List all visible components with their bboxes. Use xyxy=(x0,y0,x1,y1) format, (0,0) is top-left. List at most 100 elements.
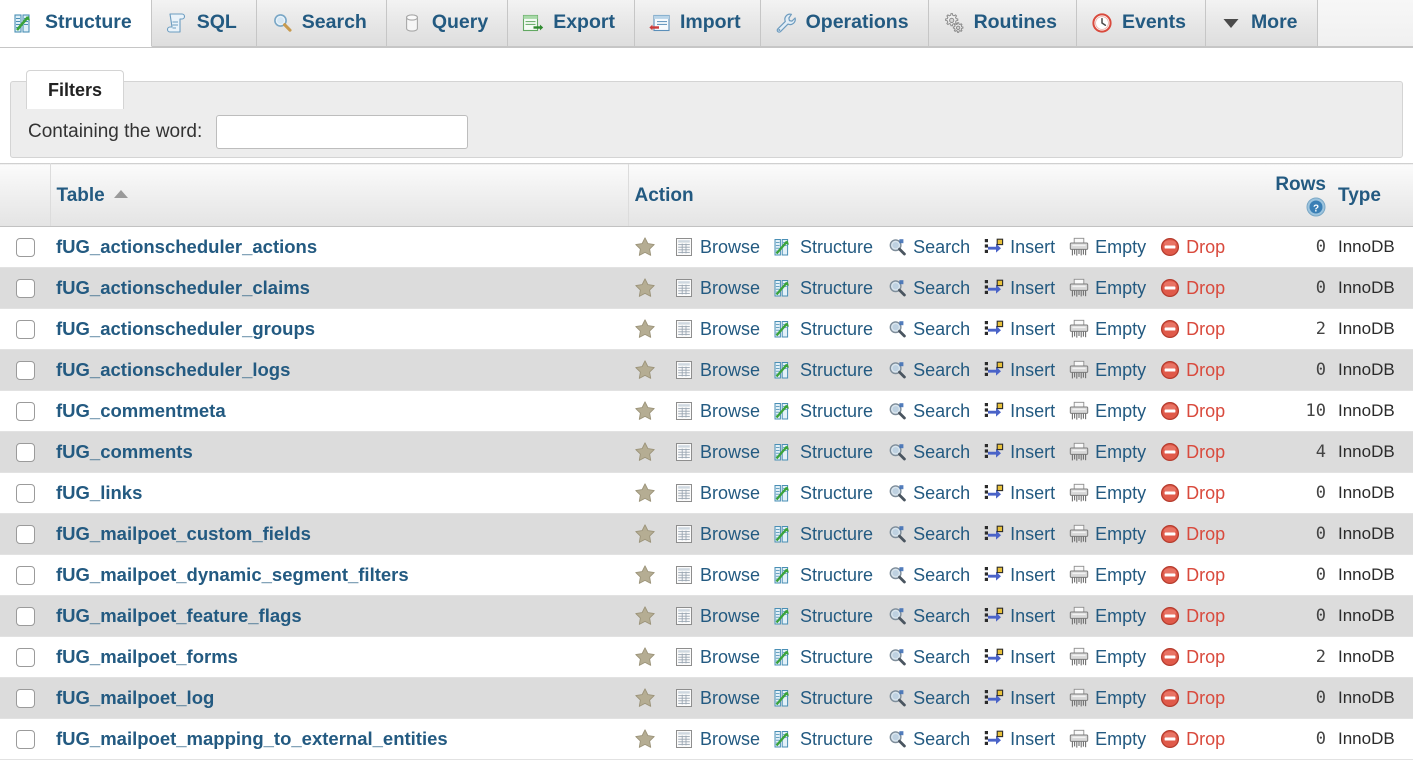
tab-events[interactable]: Events xyxy=(1077,0,1206,47)
empty-action[interactable]: Empty xyxy=(1069,524,1146,545)
browse-action[interactable]: Browse xyxy=(674,442,760,463)
drop-action[interactable]: Drop xyxy=(1160,647,1225,668)
insert-action[interactable]: Insert xyxy=(984,483,1055,504)
favorite-star-icon[interactable] xyxy=(634,687,656,709)
structure-action[interactable]: Structure xyxy=(774,688,873,709)
search-action[interactable]: Search xyxy=(887,278,970,299)
table-name-link[interactable]: fUG_mailpoet_log xyxy=(56,687,214,708)
tab-search[interactable]: Search xyxy=(257,0,387,47)
insert-action[interactable]: Insert xyxy=(984,729,1055,750)
browse-action[interactable]: Browse xyxy=(674,729,760,750)
table-name-link[interactable]: fUG_actionscheduler_claims xyxy=(56,277,310,298)
tab-sql[interactable]: SQL xyxy=(152,0,257,47)
search-action[interactable]: Search xyxy=(887,606,970,627)
empty-action[interactable]: Empty xyxy=(1069,237,1146,258)
row-checkbox[interactable] xyxy=(16,361,35,380)
insert-action[interactable]: Insert xyxy=(984,688,1055,709)
browse-action[interactable]: Browse xyxy=(674,483,760,504)
row-checkbox[interactable] xyxy=(16,443,35,462)
browse-action[interactable]: Browse xyxy=(674,360,760,381)
favorite-star-icon[interactable] xyxy=(634,605,656,627)
drop-action[interactable]: Drop xyxy=(1160,237,1225,258)
header-type[interactable]: Type xyxy=(1332,164,1413,227)
empty-action[interactable]: Empty xyxy=(1069,278,1146,299)
tab-operations[interactable]: Operations xyxy=(761,0,929,47)
structure-action[interactable]: Structure xyxy=(774,483,873,504)
row-checkbox[interactable] xyxy=(16,484,35,503)
empty-action[interactable]: Empty xyxy=(1069,647,1146,668)
tab-routines[interactable]: Routines xyxy=(929,0,1077,47)
drop-action[interactable]: Drop xyxy=(1160,483,1225,504)
search-action[interactable]: Search xyxy=(887,688,970,709)
insert-action[interactable]: Insert xyxy=(984,319,1055,340)
structure-action[interactable]: Structure xyxy=(774,606,873,627)
search-action[interactable]: Search xyxy=(887,442,970,463)
favorite-star-icon[interactable] xyxy=(634,359,656,381)
browse-action[interactable]: Browse xyxy=(674,688,760,709)
browse-action[interactable]: Browse xyxy=(674,401,760,422)
empty-action[interactable]: Empty xyxy=(1069,319,1146,340)
favorite-star-icon[interactable] xyxy=(634,646,656,668)
tab-import[interactable]: Import xyxy=(635,0,761,47)
row-checkbox[interactable] xyxy=(16,566,35,585)
favorite-star-icon[interactable] xyxy=(634,564,656,586)
favorite-star-icon[interactable] xyxy=(634,482,656,504)
insert-action[interactable]: Insert xyxy=(984,237,1055,258)
row-checkbox[interactable] xyxy=(16,279,35,298)
table-name-link[interactable]: fUG_mailpoet_custom_fields xyxy=(56,523,311,544)
browse-action[interactable]: Browse xyxy=(674,565,760,586)
browse-action[interactable]: Browse xyxy=(674,524,760,545)
insert-action[interactable]: Insert xyxy=(984,606,1055,627)
search-action[interactable]: Search xyxy=(887,319,970,340)
search-action[interactable]: Search xyxy=(887,237,970,258)
search-action[interactable]: Search xyxy=(887,524,970,545)
row-checkbox[interactable] xyxy=(16,402,35,421)
insert-action[interactable]: Insert xyxy=(984,647,1055,668)
structure-action[interactable]: Structure xyxy=(774,319,873,340)
drop-action[interactable]: Drop xyxy=(1160,401,1225,422)
browse-action[interactable]: Browse xyxy=(674,647,760,668)
insert-action[interactable]: Insert xyxy=(984,401,1055,422)
insert-action[interactable]: Insert xyxy=(984,360,1055,381)
favorite-star-icon[interactable] xyxy=(634,277,656,299)
search-action[interactable]: Search xyxy=(887,401,970,422)
row-checkbox[interactable] xyxy=(16,238,35,257)
table-name-link[interactable]: fUG_comments xyxy=(56,441,193,462)
table-name-link[interactable]: fUG_mailpoet_mapping_to_external_entitie… xyxy=(56,728,448,749)
drop-action[interactable]: Drop xyxy=(1160,729,1225,750)
drop-action[interactable]: Drop xyxy=(1160,360,1225,381)
insert-action[interactable]: Insert xyxy=(984,565,1055,586)
favorite-star-icon[interactable] xyxy=(634,318,656,340)
row-checkbox[interactable] xyxy=(16,730,35,749)
empty-action[interactable]: Empty xyxy=(1069,483,1146,504)
row-checkbox[interactable] xyxy=(16,648,35,667)
drop-action[interactable]: Drop xyxy=(1160,319,1225,340)
browse-action[interactable]: Browse xyxy=(674,237,760,258)
row-checkbox[interactable] xyxy=(16,607,35,626)
drop-action[interactable]: Drop xyxy=(1160,688,1225,709)
help-icon[interactable]: ? xyxy=(1306,197,1326,217)
search-action[interactable]: Search xyxy=(887,565,970,586)
search-action[interactable]: Search xyxy=(887,647,970,668)
table-name-link[interactable]: fUG_actionscheduler_logs xyxy=(56,359,290,380)
table-name-link[interactable]: fUG_actionscheduler_groups xyxy=(56,318,315,339)
favorite-star-icon[interactable] xyxy=(634,400,656,422)
tab-more[interactable]: More xyxy=(1206,0,1318,47)
table-name-link[interactable]: fUG_links xyxy=(56,482,142,503)
structure-action[interactable]: Structure xyxy=(774,729,873,750)
sort-ascending-icon[interactable] xyxy=(114,190,128,198)
table-name-link[interactable]: fUG_mailpoet_forms xyxy=(56,646,238,667)
insert-action[interactable]: Insert xyxy=(984,442,1055,463)
structure-action[interactable]: Structure xyxy=(774,278,873,299)
structure-action[interactable]: Structure xyxy=(774,524,873,545)
empty-action[interactable]: Empty xyxy=(1069,729,1146,750)
containing-word-input[interactable] xyxy=(216,115,468,149)
browse-action[interactable]: Browse xyxy=(674,278,760,299)
drop-action[interactable]: Drop xyxy=(1160,524,1225,545)
header-table[interactable]: Table xyxy=(50,164,628,227)
row-checkbox[interactable] xyxy=(16,689,35,708)
structure-action[interactable]: Structure xyxy=(774,565,873,586)
browse-action[interactable]: Browse xyxy=(674,319,760,340)
favorite-star-icon[interactable] xyxy=(634,236,656,258)
table-name-link[interactable]: fUG_mailpoet_feature_flags xyxy=(56,605,302,626)
